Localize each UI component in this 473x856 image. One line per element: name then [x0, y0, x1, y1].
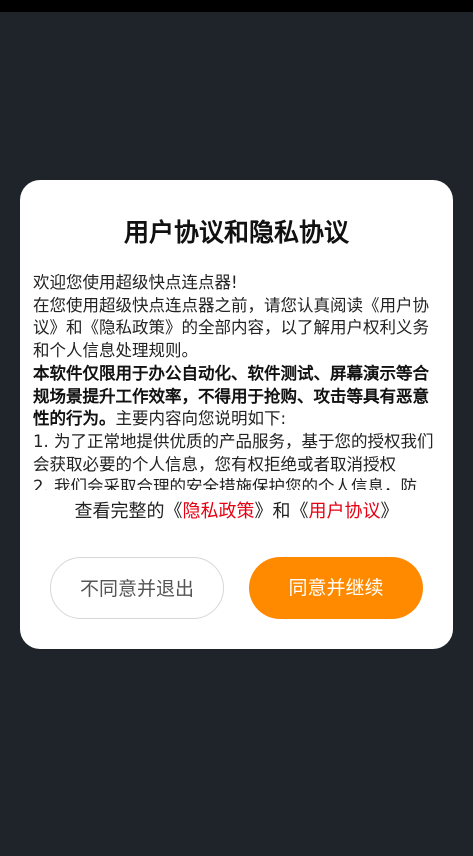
decline-exit-button[interactable]: 不同意并退出 [50, 557, 224, 619]
intro-text: 在您使用超级快点连点器之前，请您认真阅读《用户协议》和《隐私政策》的全部内容，以… [33, 295, 429, 361]
item-1-text: 1. 为了正常地提供优质的产品服务，基于您的授权我们会获取必要的个人信息，您有权… [33, 431, 434, 474]
status-bar [0, 0, 473, 12]
bracket-close-2: 》 [380, 501, 399, 522]
links-and: 和 [272, 501, 291, 522]
bracket-open-2: 《 [290, 501, 309, 522]
bracket-close-1: 》 [254, 501, 273, 522]
item-2-text: 2. 我们会采取合理的安全措施保护您的个人信息，防 [33, 477, 417, 490]
welcome-text: 欢迎您使用超级快点连点器! [33, 273, 238, 292]
bracket-open-1: 《 [164, 501, 183, 522]
privacy-policy-link[interactable]: 隐私政策 [183, 501, 255, 522]
summary-lead-text: 主要内容向您说明如下: [115, 409, 287, 429]
agree-continue-button[interactable]: 同意并继续 [249, 557, 423, 619]
agreement-dialog: 用户协议和隐私协议 欢迎您使用超级快点连点器! 在您使用超级快点连点器之前，请您… [20, 180, 453, 649]
dialog-title: 用户协议和隐私协议 [123, 218, 349, 247]
policy-links-line: 查看完整的《隐私政策》和《用户协议》 [20, 498, 453, 526]
links-prefix: 查看完整的 [74, 501, 165, 522]
user-agreement-link[interactable]: 用户协议 [309, 501, 381, 522]
usage-notice: 本软件仅限用于办公自动化、软件测试、屏幕演示等合规场景提升工作效率，不得用于抢购… [33, 363, 443, 431]
agreement-content-scroll[interactable]: 欢迎您使用超级快点连点器! 在您使用超级快点连点器之前，请您认真阅读《用户协议》… [33, 272, 443, 490]
